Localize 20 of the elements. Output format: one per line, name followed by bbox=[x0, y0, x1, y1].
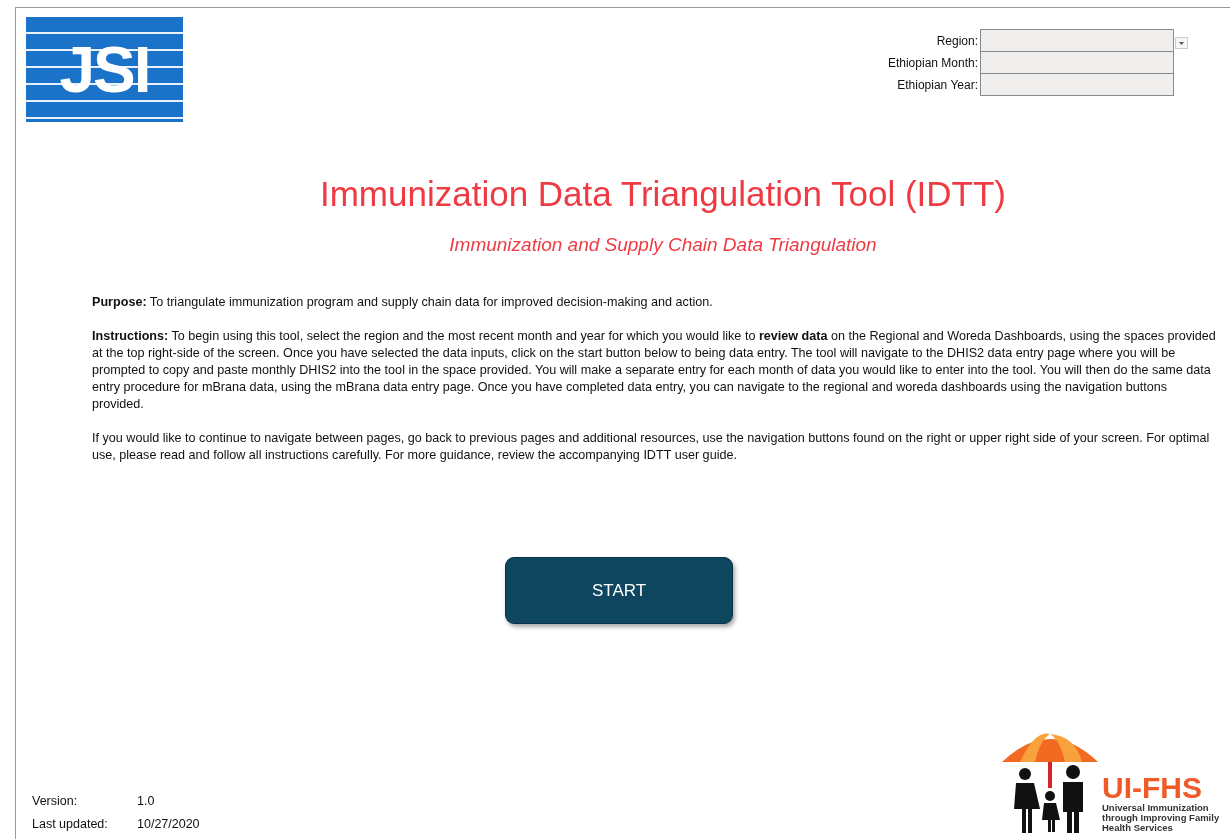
last-updated-label: Last updated: bbox=[32, 817, 109, 831]
field-label: Region: bbox=[935, 34, 979, 48]
version-number: 1.0 bbox=[137, 794, 156, 808]
page-title: Immunization Data Triangulation Tool (IDTT) bbox=[319, 174, 1007, 214]
instruction-paragraph: Instructions: To begin using this tool, select the region and the most recent month and year for which you would like to review data on the Regional and Woreda Dashboards, using the spaces provided at the top right-side of the screen. Once you have selected the data inputs, click on the start button below to being data entry. The tool will navigate to the DHIS2 data entry page where you will be prompted to copy and paste monthly DHIS2 into the tool in the space provided. You will make a separate entry for each month of data you would like to enter into the tool. You will then do the same data entry procedure for mBrana data, using the mBrana data entry page. Once you have completed data entry, you can navigate to the regional and woreda dashboards using the navigation buttons provided. bbox=[92, 328, 1216, 413]
input-field[interactable] bbox=[980, 73, 1174, 96]
dropdown-button[interactable] bbox=[1175, 37, 1188, 49]
partner-tagline: Universal Immunization through Improving Family Health Services bbox=[1102, 803, 1221, 833]
region-dropdown[interactable] bbox=[980, 29, 1174, 52]
caret-down-icon bbox=[1179, 41, 1184, 45]
partner-name: UI-FHS bbox=[1102, 773, 1203, 803]
version-label: Version: bbox=[32, 794, 79, 808]
instruction-paragraph: Purpose: To triangulate immunization program and supply chain data for improved decision-making and action. bbox=[92, 294, 714, 311]
field-label: Ethiopian Year: bbox=[896, 78, 979, 92]
field-label: Ethiopian Month: bbox=[887, 56, 979, 70]
input-field[interactable] bbox=[980, 51, 1174, 74]
instruction-paragraph: If you would like to continue to navigate between pages, go back to previous pages and additional resources, use the navigation buttons found on the right or upper right side of your screen. For optimal use, please read and follow all instructions carefully. For more guidance, review the accompanying IDTT user guide. bbox=[92, 430, 1211, 464]
start-button[interactable]: START bbox=[505, 557, 733, 624]
last-updated-date: 10/27/2020 bbox=[137, 817, 200, 831]
page-subtitle: Immunization and Supply Chain Data Triangulation bbox=[448, 234, 878, 256]
